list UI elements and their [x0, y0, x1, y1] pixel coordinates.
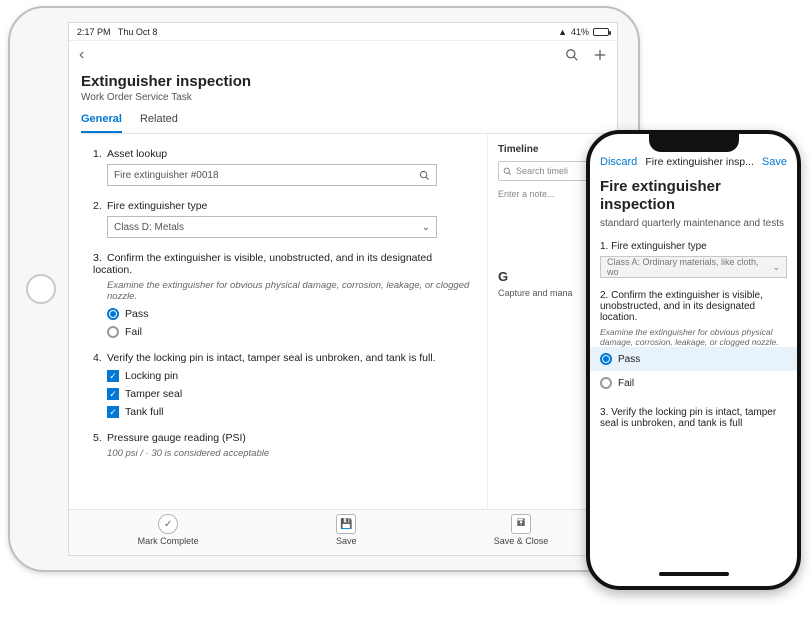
ipad-frame: 2:17 PM Thu Oct 8 ▲ 41% ‹ Exti [8, 6, 640, 572]
label-4: Verify the locking pin is intact, tamper… [107, 352, 436, 364]
status-date: Thu Oct 8 [118, 27, 158, 37]
check-locking-pin[interactable]: ✓Locking pin [107, 370, 471, 382]
asset-lookup-value: Fire extinguisher #0018 [114, 170, 219, 181]
radio-icon-fail [107, 326, 119, 338]
hint-5: 100 psi / · 30 is considered acceptable [107, 448, 471, 459]
field-ext-type: 2.Fire extinguisher type Class D: Metals… [93, 200, 471, 238]
phone-screen: Discard Fire extinguisher insp... Save F… [590, 134, 797, 586]
ipad-screen: 2:17 PM Thu Oct 8 ▲ 41% ‹ Exti [68, 22, 618, 556]
label-5: Pressure gauge reading (PSI) [107, 432, 246, 444]
save-icon: 💾 [336, 514, 356, 534]
radio-icon-pass [107, 308, 119, 320]
field-pressure: 5.Pressure gauge reading (PSI) 100 psi /… [93, 432, 471, 459]
label-3: Confirm the extinguisher is visible, uno… [93, 252, 432, 276]
radio-icon-fail [600, 377, 612, 389]
phone-sub: standard quarterly maintenance and tests [600, 218, 787, 229]
phone-field-type: 1. Fire extinguisher type Class A: Ordin… [600, 241, 787, 278]
phone-heading-l2: inspection [600, 196, 787, 214]
lookup-icon[interactable] [419, 170, 430, 181]
radio-icon-pass [600, 353, 612, 365]
form: 1.Asset lookup Fire extinguisher #0018 2… [69, 134, 487, 509]
tab-related[interactable]: Related [140, 113, 178, 133]
page-header: Extinguisher inspection Work Order Servi… [69, 69, 617, 134]
chevron-down-icon: ⌄ [422, 222, 430, 233]
phone-heading-l1: Fire extinguisher [600, 178, 787, 196]
save-button[interactable]: Save [762, 156, 787, 168]
ipad-home-button[interactable] [26, 274, 56, 304]
page-subtitle: Work Order Service Task [81, 92, 605, 103]
topbar: ‹ [69, 41, 617, 69]
phone-notch [649, 134, 739, 152]
back-icon[interactable]: ‹ [79, 46, 84, 64]
check-circle-icon: ✓ [158, 514, 178, 534]
phone-label-2: Confirm the extinguisher is visible, uno… [600, 290, 763, 323]
timeline-search-placeholder: Search timeli [516, 166, 568, 176]
radio-pass[interactable]: Pass [107, 308, 471, 320]
field-asset-lookup: 1.Asset lookup Fire extinguisher #0018 [93, 148, 471, 186]
radio-fail[interactable]: Fail [107, 326, 471, 338]
tabs: General Related [81, 113, 605, 134]
ipad-statusbar: 2:17 PM Thu Oct 8 ▲ 41% [69, 23, 617, 41]
phone-type-select[interactable]: Class A: Ordinary materials, like cloth,… [600, 256, 787, 278]
phone-topbar: Discard Fire extinguisher insp... Save [600, 156, 787, 168]
save-close-icon: 🖬 [511, 514, 531, 534]
ext-type-value: Class D: Metals [114, 222, 184, 233]
footer: ✓ Mark Complete 💾 Save 🖬 Save & Close [69, 509, 617, 555]
battery-pct: 41% [571, 27, 589, 37]
phone-field-verify: 3. Verify the locking pin is intact, tam… [600, 407, 787, 429]
save-button[interactable]: 💾 Save [336, 514, 357, 546]
phone-title: Fire extinguisher insp... [637, 156, 762, 168]
hint-3: Examine the extinguisher for obvious phy… [107, 280, 471, 302]
wifi-icon: ▲ [558, 27, 567, 37]
field-verify: 4.Verify the locking pin is intact, tamp… [93, 352, 471, 418]
phone-label-1: Fire extinguisher type [611, 241, 707, 252]
check-tank-full[interactable]: ✓Tank full [107, 406, 471, 418]
add-icon[interactable] [593, 48, 607, 62]
phone-home-indicator[interactable] [659, 572, 729, 576]
mark-complete-button[interactable]: ✓ Mark Complete [138, 514, 199, 546]
asset-lookup-input[interactable]: Fire extinguisher #0018 [107, 164, 437, 186]
phone-frame: Discard Fire extinguisher insp... Save F… [586, 130, 801, 590]
search-icon[interactable] [565, 48, 579, 62]
check-icon: ✓ [107, 388, 119, 400]
phone-label-3: Verify the locking pin is intact, tamper… [600, 407, 776, 429]
phone-radio-pass[interactable]: Pass [590, 347, 797, 371]
check-icon: ✓ [107, 370, 119, 382]
phone-hint-2: Examine the extinguisher for obvious phy… [600, 327, 787, 347]
status-time: 2:17 PM [77, 27, 111, 37]
phone-radio-fail[interactable]: Fail [600, 371, 787, 395]
battery-icon [593, 28, 609, 36]
ext-type-select[interactable]: Class D: Metals ⌄ [107, 216, 437, 238]
check-tamper-seal[interactable]: ✓Tamper seal [107, 388, 471, 400]
phone-type-value: Class A: Ordinary materials, like cloth,… [607, 257, 772, 277]
radio-label-pass: Pass [125, 308, 148, 320]
label-2: Fire extinguisher type [107, 200, 207, 212]
tab-general[interactable]: General [81, 113, 122, 133]
check-icon: ✓ [107, 406, 119, 418]
chevron-down-icon: ⌄ [772, 262, 780, 273]
radio-label-fail: Fail [125, 326, 142, 338]
body: 1.Asset lookup Fire extinguisher #0018 2… [69, 134, 617, 509]
page-title: Extinguisher inspection [81, 73, 605, 90]
field-confirm: 3.Confirm the extinguisher is visible, u… [93, 252, 471, 338]
search-icon [503, 167, 512, 176]
phone-field-confirm: 2. Confirm the extinguisher is visible, … [600, 290, 787, 395]
discard-button[interactable]: Discard [600, 156, 637, 168]
label-1: Asset lookup [107, 148, 167, 160]
save-close-button[interactable]: 🖬 Save & Close [494, 514, 549, 546]
